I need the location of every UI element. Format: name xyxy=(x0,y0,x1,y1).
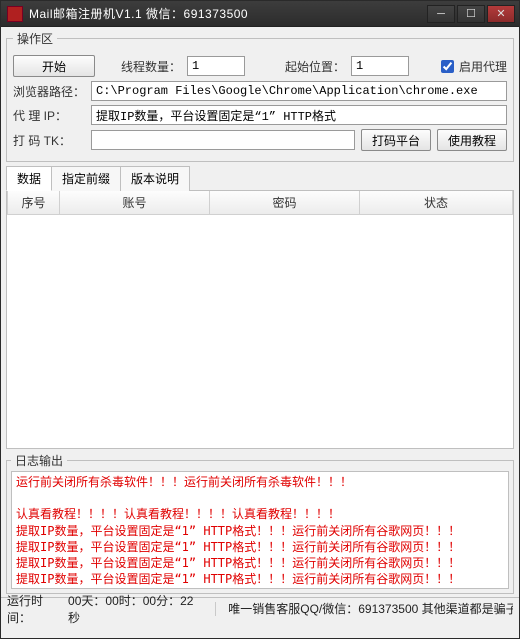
log-line: 认真看教程！！！！认真看教程！！！！认真看教程！！！！ xyxy=(16,506,504,522)
col-status[interactable]: 状态 xyxy=(360,191,513,215)
status-bar: 运行时间： 00天：00时：00分：22秒 唯一销售客服QQ/微信：691373… xyxy=(1,597,519,619)
runtime-label: 运行时间： xyxy=(7,592,66,626)
minimize-button[interactable]: ─ xyxy=(427,5,455,23)
operation-group: 操作区 开始 线程数量： 起始位置： 启用代理 浏览器路径： xyxy=(6,30,514,162)
col-seq[interactable]: 序号 xyxy=(8,191,60,215)
captcha-tk-label: 打 码 TK： xyxy=(13,132,85,149)
enable-proxy-label: 启用代理 xyxy=(459,58,507,75)
operation-legend: 操作区 xyxy=(13,30,57,47)
tutorial-button[interactable]: 使用教程 xyxy=(437,129,507,151)
table-header-row: 序号 账号 密码 状态 xyxy=(8,191,513,215)
data-table: 序号 账号 密码 状态 xyxy=(7,191,513,215)
proxy-ip-label: 代 理 IP： xyxy=(13,107,85,124)
tab-strip: 数据 指定前缀 版本说明 xyxy=(6,165,514,191)
app-window: Mail邮箱注册机V1.1 微信：691373500 ─ ☐ ✕ 操作区 开始 … xyxy=(0,0,520,639)
runtime-value: 00天：00时：00分：22秒 xyxy=(68,592,203,626)
status-separator xyxy=(215,602,216,616)
sales-info: 唯一销售客服QQ/微信：691373500 其他渠道都是骗子 xyxy=(228,600,513,617)
thread-count-label: 线程数量： xyxy=(121,58,181,75)
tab-prefix[interactable]: 指定前缀 xyxy=(51,166,121,191)
col-password[interactable]: 密码 xyxy=(210,191,360,215)
captcha-platform-button[interactable]: 打码平台 xyxy=(361,129,431,151)
tab-data[interactable]: 数据 xyxy=(6,166,52,191)
client-area: 操作区 开始 线程数量： 起始位置： 启用代理 浏览器路径： xyxy=(1,27,519,638)
data-table-wrap[interactable]: 序号 账号 密码 状态 xyxy=(6,191,514,449)
log-legend: 日志输出 xyxy=(11,452,67,469)
log-line: 提取IP数量，平台设置固定是“1” HTTP格式！！！运行前关闭所有谷歌网页！！… xyxy=(16,571,504,587)
enable-proxy-check-input[interactable] xyxy=(441,60,454,73)
start-pos-label: 起始位置： xyxy=(285,58,345,75)
log-line: 提取IP数量，平台设置固定是“1” HTTP格式！！！运行前关闭所有谷歌网页！！… xyxy=(16,555,504,571)
log-line: 运行前关闭所有杀毒软件！！！运行前关闭所有杀毒软件！！！ xyxy=(16,474,504,490)
browser-path-label: 浏览器路径： xyxy=(13,83,85,100)
maximize-button[interactable]: ☐ xyxy=(457,5,485,23)
row-browser: 浏览器路径： xyxy=(13,81,507,101)
row-proxy: 代 理 IP： xyxy=(13,105,507,125)
row-top: 开始 线程数量： 起始位置： 启用代理 xyxy=(13,55,507,77)
thread-count-input[interactable] xyxy=(187,56,245,76)
start-button[interactable]: 开始 xyxy=(13,55,95,77)
window-controls: ─ ☐ ✕ xyxy=(427,5,515,23)
browser-path-input[interactable] xyxy=(91,81,507,101)
enable-proxy-checkbox[interactable]: 启用代理 xyxy=(437,57,507,76)
log-output[interactable]: 运行前关闭所有杀毒软件！！！运行前关闭所有杀毒软件！！！ 认真看教程！！！！认真… xyxy=(11,471,509,589)
log-line xyxy=(16,490,504,506)
titlebar[interactable]: Mail邮箱注册机V1.1 微信：691373500 ─ ☐ ✕ xyxy=(1,1,519,27)
log-line: 提取IP数量，平台设置固定是“1” HTTP格式！！！运行前关闭所有谷歌网页！！… xyxy=(16,523,504,539)
log-line: 提取IP数量，平台设置固定是“1” HTTP格式！！！运行前关闭所有谷歌网页！！… xyxy=(16,539,504,555)
log-group: 日志输出 运行前关闭所有杀毒软件！！！运行前关闭所有杀毒软件！！！ 认真看教程！… xyxy=(6,452,514,594)
close-button[interactable]: ✕ xyxy=(487,5,515,23)
start-pos-input[interactable] xyxy=(351,56,409,76)
row-captcha: 打 码 TK： 打码平台 使用教程 xyxy=(13,129,507,151)
tab-version[interactable]: 版本说明 xyxy=(120,166,190,191)
window-title: Mail邮箱注册机V1.1 微信：691373500 xyxy=(29,5,427,22)
proxy-ip-input[interactable] xyxy=(91,105,507,125)
captcha-tk-input[interactable] xyxy=(91,130,355,150)
col-account[interactable]: 账号 xyxy=(60,191,210,215)
app-icon xyxy=(7,6,23,22)
